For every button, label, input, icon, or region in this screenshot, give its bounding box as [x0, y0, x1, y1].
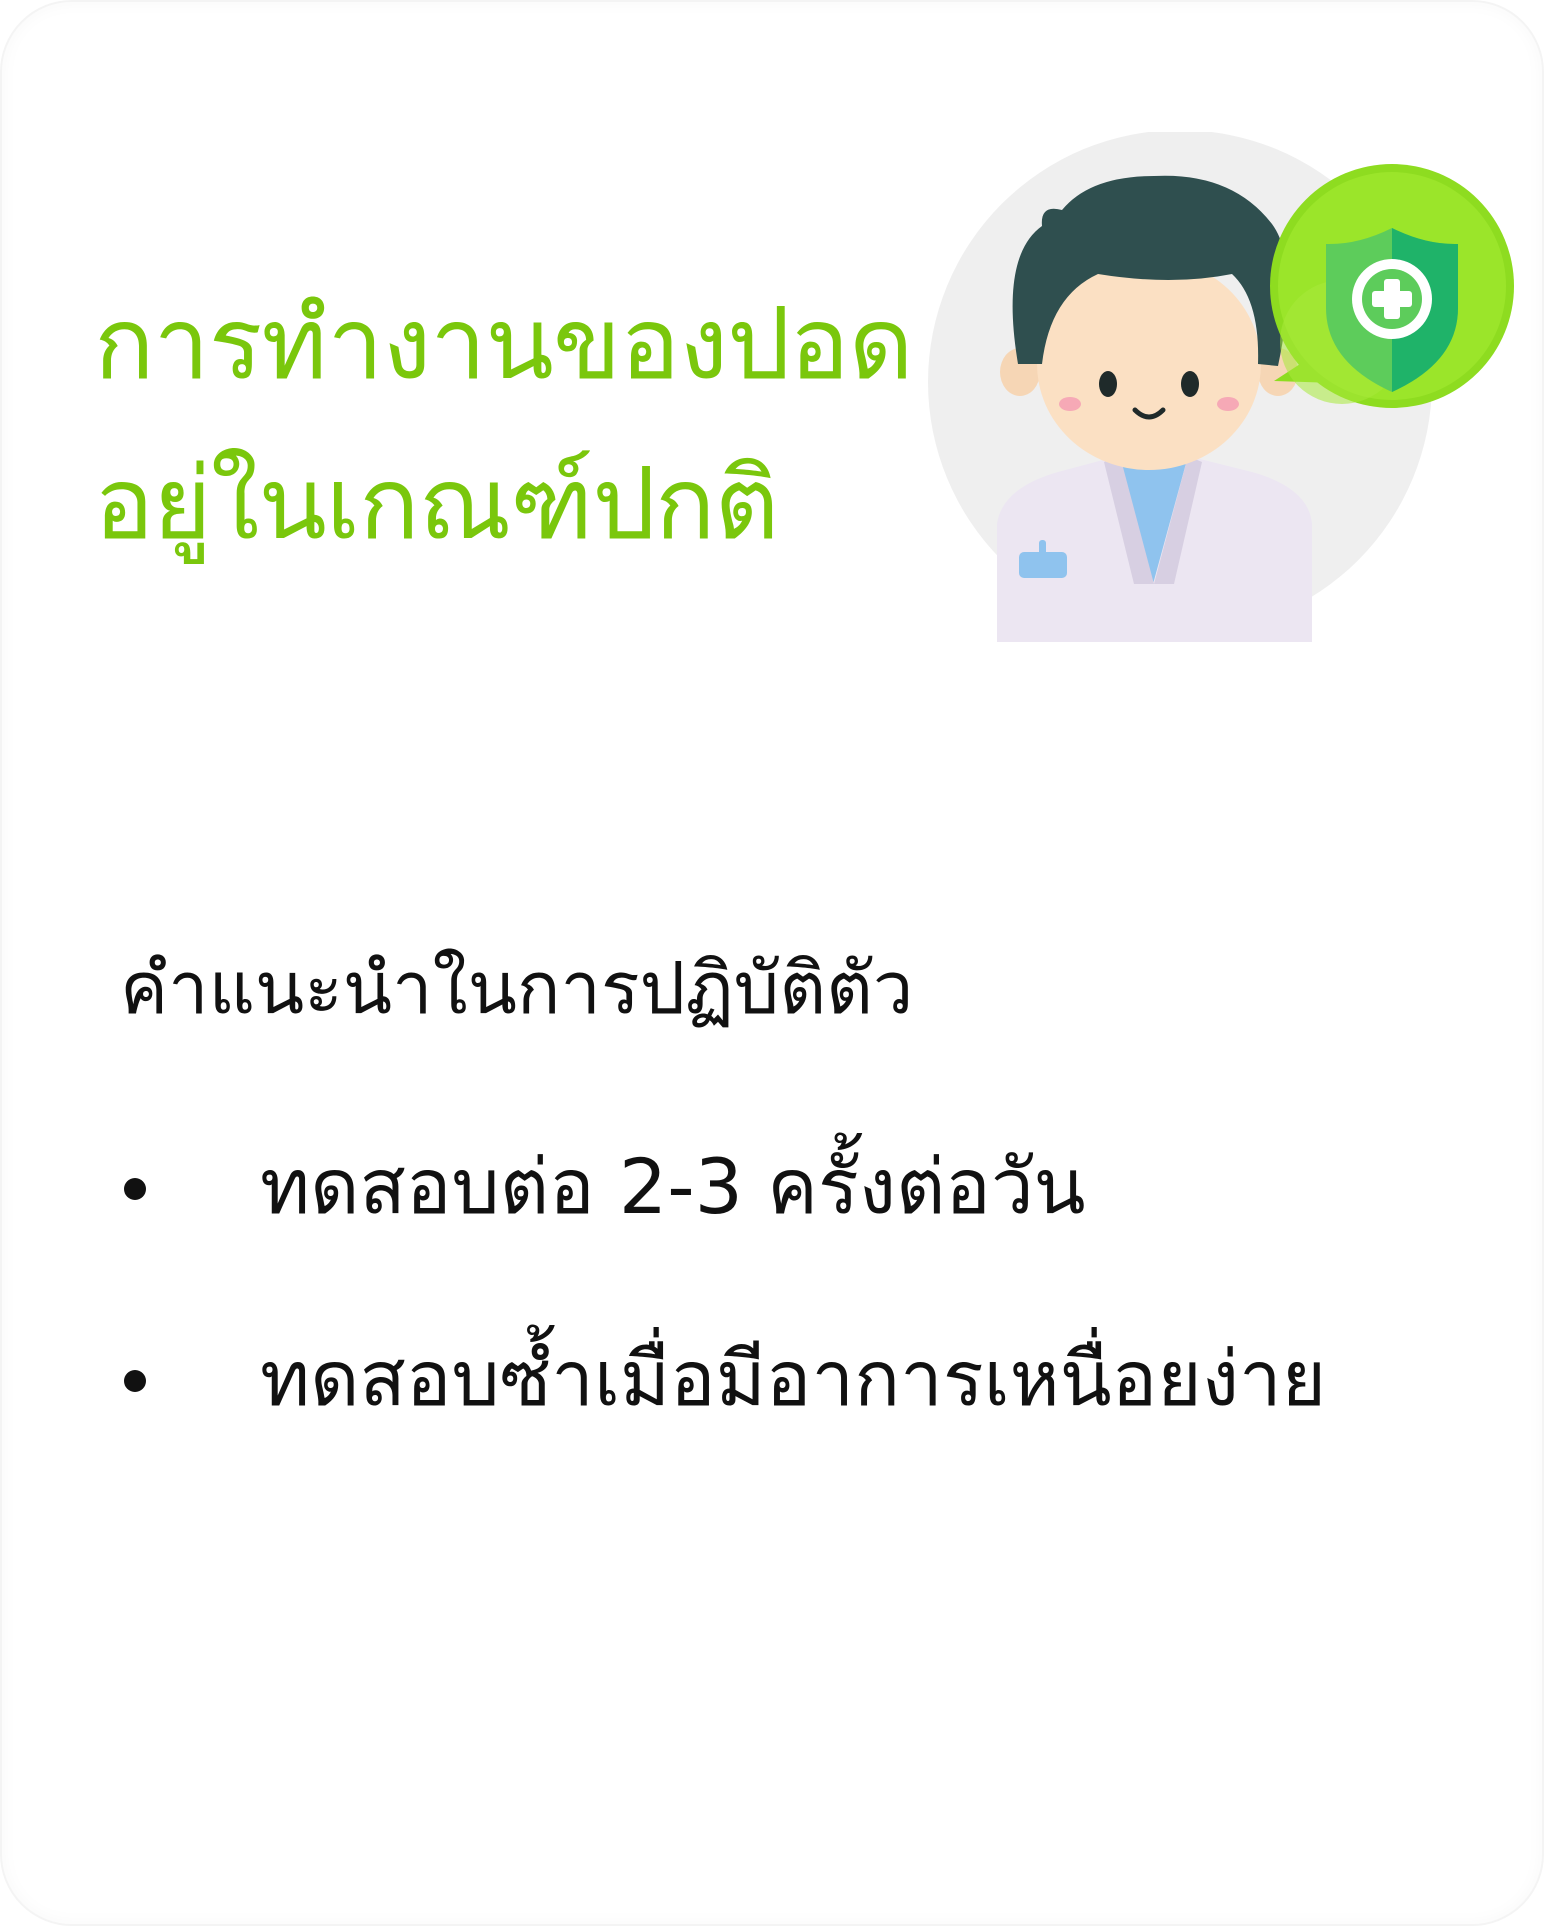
eye-right — [1181, 371, 1199, 397]
bullet-icon — [124, 1370, 146, 1392]
bullet-icon — [124, 1178, 146, 1200]
result-title-line-1: การทำงานของปอด — [94, 285, 914, 402]
result-card: การทำงานของปอด อยู่ในเกณฑ์ปกติ คำแนะนำใน… — [0, 0, 1544, 1926]
advice-heading: คำแนะนำในการปฏิบัติตัว — [120, 946, 914, 1030]
eye-left — [1099, 371, 1117, 397]
advice-item-text: ทดสอบต่อ 2-3 ครั้งต่อวัน — [260, 1142, 1086, 1231]
health-shield-bubble — [1270, 164, 1514, 408]
result-title-line-2: อยู่ในเกณฑ์ปกติ — [94, 445, 779, 562]
doctor-illustration — [928, 132, 1514, 642]
result-title: การทำงานของปอด อยู่ในเกณฑ์ปกติ — [94, 264, 954, 584]
advice-item-text: ทดสอบซ้ำเมื่อมีอาการเหนื่อยง่าย — [260, 1334, 1327, 1423]
